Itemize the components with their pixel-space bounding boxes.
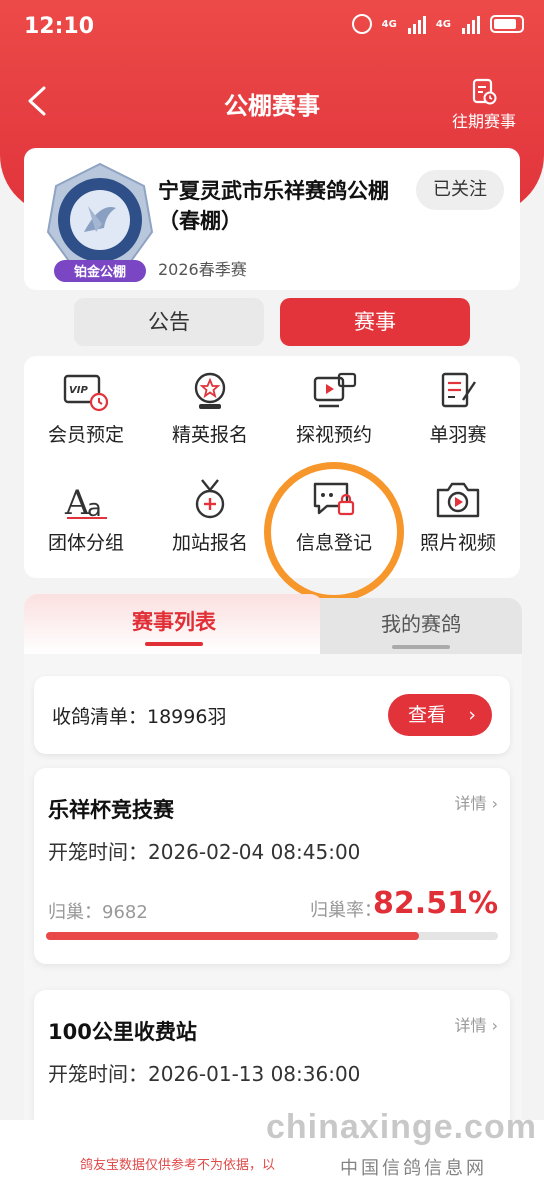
grid-item-team-grouping[interactable]: A a 团体分组 xyxy=(24,478,148,578)
grid-item-elite-signup[interactable]: 精英报名 xyxy=(148,370,272,470)
chevron-right-icon: › xyxy=(491,1016,498,1035)
club-name: 宁夏灵武市乐祥赛鸽公棚（春棚） xyxy=(158,179,389,233)
race-rate-label: 归巢率： xyxy=(310,900,382,921)
status-time: 12:10 xyxy=(24,14,95,39)
tab-active-underline xyxy=(145,642,203,646)
race-detail-link[interactable]: 详情 › xyxy=(454,790,498,814)
history-doc-icon xyxy=(472,78,497,105)
alarm-icon xyxy=(351,14,372,34)
history-events-button[interactable]: 往期赛事 xyxy=(444,78,524,132)
signal-icon-2 xyxy=(462,14,480,34)
club-card: 铂金公棚 宁夏灵武市乐祥赛鸽公棚（春棚） 2026春季赛 已关注 xyxy=(24,148,520,290)
tab-events[interactable]: 赛事 xyxy=(280,298,470,346)
medal-badge-icon xyxy=(194,372,226,409)
status-bar: 12:10 4G 4G xyxy=(0,0,544,58)
chevron-right-icon: › xyxy=(491,794,498,813)
grid-label: 精英报名 xyxy=(171,424,248,446)
race-open-time: 开笼时间：2026-01-13 08:36:00 xyxy=(48,1062,361,1086)
list-tabs: 赛事列表 我的赛鸽 xyxy=(24,594,522,654)
history-label: 往期赛事 xyxy=(451,112,516,131)
nav-bar: 公棚赛事 往期赛事 xyxy=(0,72,544,132)
race-card[interactable]: 乐祥杯竞技赛 详情 › 开笼时间：2026-02-04 08:45:00 归巢：… xyxy=(34,768,510,964)
tab-my-pigeons-label: 我的赛鸽 xyxy=(381,612,461,636)
highlight-ring xyxy=(264,462,404,602)
vip-card-icon: VIP xyxy=(63,374,109,412)
watermark-domain: chinaxinge.com xyxy=(266,1108,537,1146)
font-aa-icon: A a xyxy=(64,483,107,522)
document-edit-icon xyxy=(441,372,476,408)
signal-icon xyxy=(407,14,426,34)
watermark-site: 中国信鸽信息网 xyxy=(340,1158,487,1179)
network-label-1: 4G xyxy=(381,18,397,30)
grid-item-member-booking[interactable]: VIP 会员预定 xyxy=(24,370,148,470)
race-detail-label: 详情 xyxy=(454,1016,487,1035)
grid-item-extra-station[interactable]: 加站报名 xyxy=(148,478,272,578)
race-detail-link[interactable]: 详情 › xyxy=(454,1012,498,1036)
grid-label: 探视预约 xyxy=(295,424,372,446)
grid-label: 团体分组 xyxy=(47,532,124,554)
grid-label: 会员预定 xyxy=(47,424,124,446)
camera-play-icon xyxy=(436,482,480,518)
grid-label: 照片视频 xyxy=(419,532,496,554)
club-logo: 铂金公棚 xyxy=(46,162,154,282)
tab-announcement[interactable]: 公告 xyxy=(74,298,264,346)
tab-inactive-underline xyxy=(392,645,450,649)
follow-button[interactable]: 已关注 xyxy=(416,170,504,210)
footer-notice: 鸽友宝数据仅供参考不为依据，以 xyxy=(80,1158,276,1173)
race-rate-value: 82.51% xyxy=(373,886,498,921)
top-tabs: 公告 赛事 xyxy=(74,298,470,348)
race-name: 乐祥杯竞技赛 xyxy=(48,798,174,822)
race-detail-label: 详情 xyxy=(454,794,487,813)
race-name: 100公里收费站 xyxy=(48,1020,197,1044)
medal-plus-icon xyxy=(195,479,225,519)
tab-my-pigeons[interactable]: 我的赛鸽 xyxy=(320,598,522,654)
battery-icon xyxy=(490,15,524,33)
view-button[interactable]: 查看 › xyxy=(388,694,492,736)
race-progress-fill xyxy=(46,932,419,940)
grid-item-photo-video[interactable]: 照片视频 xyxy=(396,478,520,578)
grid-item-visit-booking[interactable]: 探视预约 xyxy=(272,370,396,470)
race-home-count: 归巢：9682 xyxy=(48,902,148,923)
club-badge-text: 铂金公棚 xyxy=(74,264,126,280)
chevron-right-icon: › xyxy=(468,704,476,726)
view-button-label: 查看 xyxy=(408,704,447,726)
club-season: 2026春季赛 xyxy=(158,260,247,279)
race-progress-bar xyxy=(46,932,498,940)
receive-list-card: 收鸽清单：18996羽 查看 › xyxy=(34,676,510,754)
grid-label: 加站报名 xyxy=(171,532,248,554)
grid-item-single-race[interactable]: 单羽赛 xyxy=(396,370,520,470)
network-label-2: 4G xyxy=(435,18,451,30)
video-camera-icon xyxy=(313,372,357,408)
svg-text:VIP: VIP xyxy=(69,385,88,396)
tab-race-list-label: 赛事列表 xyxy=(132,610,216,634)
race-open-time: 开笼时间：2026-02-04 08:45:00 xyxy=(48,840,361,864)
tab-race-list[interactable]: 赛事列表 xyxy=(24,594,324,654)
grid-label: 单羽赛 xyxy=(429,424,487,446)
status-icons: 4G 4G xyxy=(351,14,524,34)
receive-count: 收鸽清单：18996羽 xyxy=(52,706,227,728)
